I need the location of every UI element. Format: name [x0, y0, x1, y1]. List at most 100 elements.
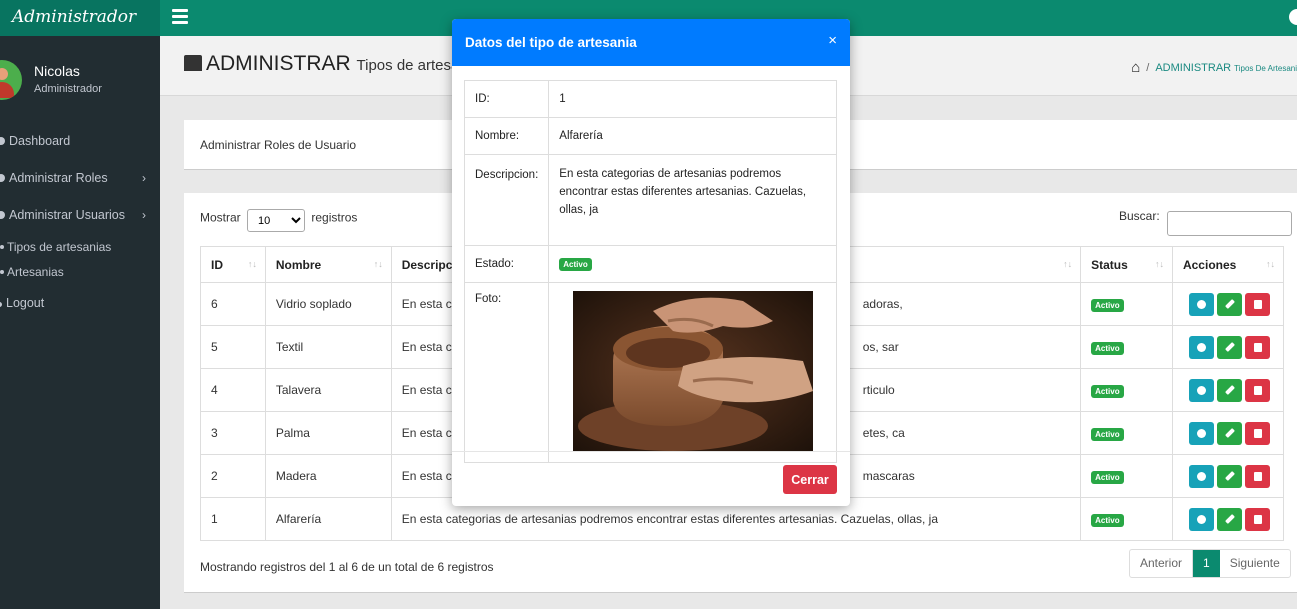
cell-acciones [1171, 368, 1285, 412]
delete-button[interactable] [1244, 464, 1270, 488]
delete-button[interactable] [1244, 421, 1270, 445]
search-input[interactable] [1167, 211, 1293, 236]
edit-button[interactable] [1216, 507, 1242, 531]
length-suffix: registros [311, 210, 358, 225]
delete-button[interactable] [1244, 378, 1270, 402]
sidebar-item-label: Administrar Usuarios [9, 208, 126, 222]
column-header-status[interactable]: Status ↑↓ [1080, 246, 1173, 283]
next-button[interactable]: Siguiente [1220, 550, 1290, 577]
edit-button[interactable] [1216, 378, 1242, 402]
sidebar-item-dashboard[interactable]: Dashboard [0, 134, 70, 148]
eye-icon [1196, 299, 1206, 309]
status-badge: Activo [1091, 341, 1124, 355]
trash-icon [1253, 385, 1262, 395]
delete-button[interactable] [1244, 507, 1270, 531]
breadcrumb-sub: Tipos De Artesani [1234, 64, 1297, 73]
cell-id: 5 [200, 325, 266, 369]
view-button[interactable] [1188, 421, 1214, 445]
pencil-icon [1225, 298, 1235, 309]
view-button[interactable] [1188, 292, 1214, 316]
search-control: Buscar: [1119, 209, 1293, 236]
sidebar-item-artesanias[interactable]: Artesanias [0, 265, 64, 279]
sidebar-item-label: Tipos de artesanias [7, 240, 112, 254]
edit-button[interactable] [1216, 292, 1242, 316]
user-role: Administrador [34, 83, 102, 95]
cell-acciones [1171, 454, 1285, 498]
cell-descripcion-tail: os, sar [862, 340, 899, 354]
sidebar-item-logout[interactable]: Logout [0, 296, 44, 310]
pencil-icon [1225, 384, 1235, 395]
cell-id: 2 [200, 454, 266, 498]
cell-status: Activo [1080, 282, 1173, 326]
sidebar-item-tipos[interactable]: Tipos de artesanias [0, 240, 112, 254]
modal-footer-divider [452, 451, 850, 452]
cell-acciones [1171, 411, 1285, 455]
cell-descripcion-tail: mascaras [862, 469, 915, 483]
cell-status: Activo [1080, 325, 1173, 369]
user-menu-icon[interactable] [1289, 9, 1297, 25]
view-button[interactable] [1188, 464, 1214, 488]
user-name: Nicolas [34, 63, 80, 79]
breadcrumb-separator: / [1146, 62, 1150, 74]
pagination: Anterior 1 Siguiente [1129, 549, 1291, 578]
sidebar-item-usuarios[interactable]: Administrar Usuarios › [0, 208, 160, 222]
sidebar-item-label: Dashboard [9, 134, 71, 148]
menu-toggle-icon[interactable] [172, 9, 188, 25]
trash-icon [1253, 342, 1262, 352]
delete-button[interactable] [1244, 335, 1270, 359]
trash-icon [1253, 428, 1262, 438]
cell-id: 3 [200, 411, 266, 455]
detail-value: Activo [548, 245, 837, 283]
column-header-acciones[interactable]: Acciones ↑↓ [1171, 246, 1285, 283]
sort-icon: ↑↓ [373, 259, 383, 269]
detail-value: Alfarería [548, 117, 837, 155]
column-header-label: Acciones [1182, 257, 1237, 272]
trash-icon [1253, 299, 1262, 309]
edit-button[interactable] [1216, 464, 1242, 488]
edit-button[interactable] [1216, 335, 1242, 359]
sidebar-item-label: Logout [6, 296, 45, 310]
detail-value: En esta categorias de artesanias podremo… [548, 154, 837, 246]
breadcrumb-main[interactable]: ADMINISTRAR [1155, 62, 1231, 74]
view-button[interactable] [1188, 507, 1214, 531]
sidebar-item-label: Artesanias [7, 265, 64, 279]
page-button-1[interactable]: 1 [1193, 550, 1220, 577]
detail-row-nombre: Nombre: Alfarería [463, 117, 837, 155]
status-badge: Activo [1091, 384, 1124, 398]
column-header-label: Status [1091, 257, 1128, 272]
sort-icon: ↑↓ [1063, 259, 1073, 269]
close-button[interactable]: Cerrar [783, 465, 837, 494]
roles-icon [0, 174, 5, 182]
close-icon[interactable]: × [828, 32, 837, 49]
cell-acciones [1171, 325, 1285, 369]
column-header-nombre[interactable]: Nombre ↑↓ [264, 246, 392, 283]
cell-id: 1 [200, 497, 266, 541]
cell-nombre: Vidrio soplado [264, 282, 392, 326]
detail-row-id: ID: 1 [463, 80, 837, 118]
view-button[interactable] [1188, 378, 1214, 402]
prev-button[interactable]: Anterior [1130, 550, 1194, 577]
bullet-icon [0, 270, 4, 274]
chevron-right-icon: › [142, 171, 146, 185]
cell-status: Activo [1080, 497, 1173, 541]
home-icon[interactable]: ⌂ [1131, 59, 1140, 76]
pencil-icon [1225, 341, 1235, 352]
page-length-select[interactable]: 10 [247, 209, 306, 232]
cell-nombre: Madera [264, 454, 392, 498]
column-header-id[interactable]: ID ↑↓ [200, 246, 266, 283]
cell-acciones [1171, 497, 1285, 541]
brand-logo[interactable]: Administrador [0, 0, 160, 36]
status-badge: Activo [559, 257, 592, 271]
detail-value: 1 [548, 80, 837, 118]
cell-descripcion-tail: etes, ca [862, 426, 905, 440]
view-button[interactable] [1188, 335, 1214, 359]
edit-button[interactable] [1216, 421, 1242, 445]
sidebar-item-roles[interactable]: Administrar Roles › [0, 171, 160, 185]
inbox-icon [184, 55, 202, 71]
eye-icon [1196, 471, 1206, 481]
cell-nombre: Talavera [264, 368, 392, 412]
cell-nombre: Palma [264, 411, 392, 455]
bullet-icon [0, 245, 4, 249]
cell-status: Activo [1080, 411, 1173, 455]
delete-button[interactable] [1244, 292, 1270, 316]
